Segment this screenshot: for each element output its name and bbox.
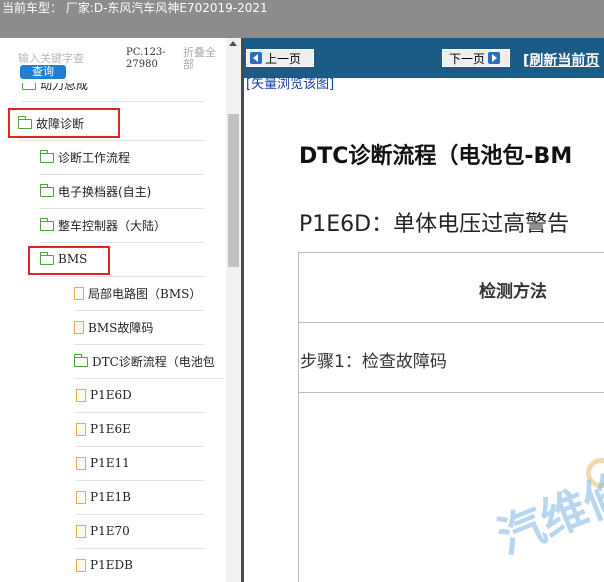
navigation-bar: 上一页 下一页 [刷新当前页 [244, 38, 604, 78]
document-icon [74, 286, 84, 300]
vector-view-link[interactable]: [矢量浏览该图] [246, 73, 334, 92]
tree-item-bms-dtc[interactable]: BMS故障码 [74, 310, 204, 345]
collapse-all-button[interactable]: 折叠全部 [183, 47, 225, 71]
arrow-left-icon [250, 52, 262, 64]
step-1-text: 步骤1：检查故障码 [300, 352, 447, 372]
previous-page-button[interactable]: 上一页 [246, 49, 314, 67]
tree-item-powertrain[interactable]: 动力总成 [22, 83, 204, 102]
tree-item-electronic-shifter[interactable]: 电子换档器(自主) [40, 174, 204, 209]
scroll-up-arrow-icon[interactable] [229, 41, 237, 46]
tree-item-p1e1b[interactable]: P1E1B [76, 480, 204, 515]
document-icon [76, 388, 86, 402]
tree-item-label: 电子换档器(自主) [58, 184, 152, 199]
tree-item-label: BMS故障码 [88, 320, 154, 335]
tree-item-local-circuit-diagram[interactable]: 局部电路图（BMS） [74, 276, 204, 311]
document-icon [76, 422, 86, 436]
document-subtitle: P1E6D：单体电压过高警告 [299, 212, 570, 237]
vehicle-info-text: 当前车型： 厂家:D-东风汽车风神E702019-2021 [2, 1, 268, 15]
highlight-box-bms [28, 246, 110, 275]
tree-item-label: P1E1B [90, 490, 131, 504]
version-text: PC.123-27980 [126, 47, 166, 70]
next-page-label: 下一页 [449, 51, 486, 66]
previous-page-label: 上一页 [265, 51, 302, 66]
folder-icon [22, 83, 36, 90]
tree-item-label: P1E11 [90, 456, 130, 470]
tree-item-p1e70[interactable]: P1E70 [76, 514, 204, 549]
content-pane: 上一页 下一页 [刷新当前页 [矢量浏览该图] DTC诊断流程（电池包-BM P… [244, 38, 604, 582]
table-header-method: 检测方法 [479, 282, 547, 302]
tree-item-label: 动力总成 [40, 83, 89, 92]
tree-item-label: 整车控制器（大陆） [58, 218, 167, 233]
tree-item-p1e11[interactable]: P1E11 [76, 446, 204, 481]
tree-item-label: DTC诊断流程（电池包 [92, 354, 215, 369]
tree-item-label: P1E6E [90, 422, 131, 436]
next-page-button[interactable]: 下一页 [442, 49, 510, 67]
tree-item-label: 诊断工作流程 [58, 150, 131, 165]
highlight-box-fault-diagnosis [8, 108, 120, 138]
folder-icon [40, 184, 54, 197]
tree-item-p1e6d[interactable]: P1E6D [76, 378, 204, 413]
tree-item-label: P1E70 [90, 524, 130, 538]
search-input[interactable] [18, 50, 122, 66]
tree-item-p1e6e[interactable]: P1E6E [76, 412, 204, 447]
sidebar-scrollbar[interactable] [226, 38, 241, 582]
scroll-thumb[interactable] [228, 114, 239, 267]
document-icon [76, 524, 86, 538]
tree-item-label: P1EDB [90, 558, 133, 572]
folder-icon [40, 150, 54, 163]
folder-icon [74, 354, 88, 367]
document-icon [74, 320, 84, 334]
navigation-tree: 动力总成 故障诊断 诊断工作流程 电子换档器(自主) 整车控制器（大陆） BMS… [0, 83, 226, 582]
folder-icon [40, 218, 54, 231]
query-button[interactable]: 查询 [20, 65, 66, 79]
table-row: 步骤1：检查故障码 [299, 323, 604, 393]
tree-item-label: 局部电路图（BMS） [88, 286, 202, 301]
tree-item-p1edb[interactable]: P1EDB [76, 548, 204, 582]
sidebar-pane: 查询 PC.123-27980 折叠全部 动力总成 故障诊断 诊断工作流程 电子… [0, 38, 241, 582]
arrow-right-icon [488, 52, 501, 64]
tree-item-dtc-workflow[interactable]: DTC诊断流程（电池包 [74, 344, 224, 379]
document-icon [76, 558, 86, 572]
tree-item-diagnosis-workflow[interactable]: 诊断工作流程 [40, 140, 204, 175]
tree-item-vehicle-controller[interactable]: 整车控制器（大陆） [40, 208, 204, 243]
document-icon [76, 490, 86, 504]
top-bar: 当前车型： 厂家:D-东风汽车风神E702019-2021 [0, 0, 604, 38]
table-header-row: 检测方法 [299, 253, 604, 323]
document-icon [76, 456, 86, 470]
refresh-page-link[interactable]: [刷新当前页 [523, 50, 599, 70]
tree-item-label: P1E6D [90, 388, 132, 402]
document-title: DTC诊断流程（电池包-BM [299, 144, 573, 169]
